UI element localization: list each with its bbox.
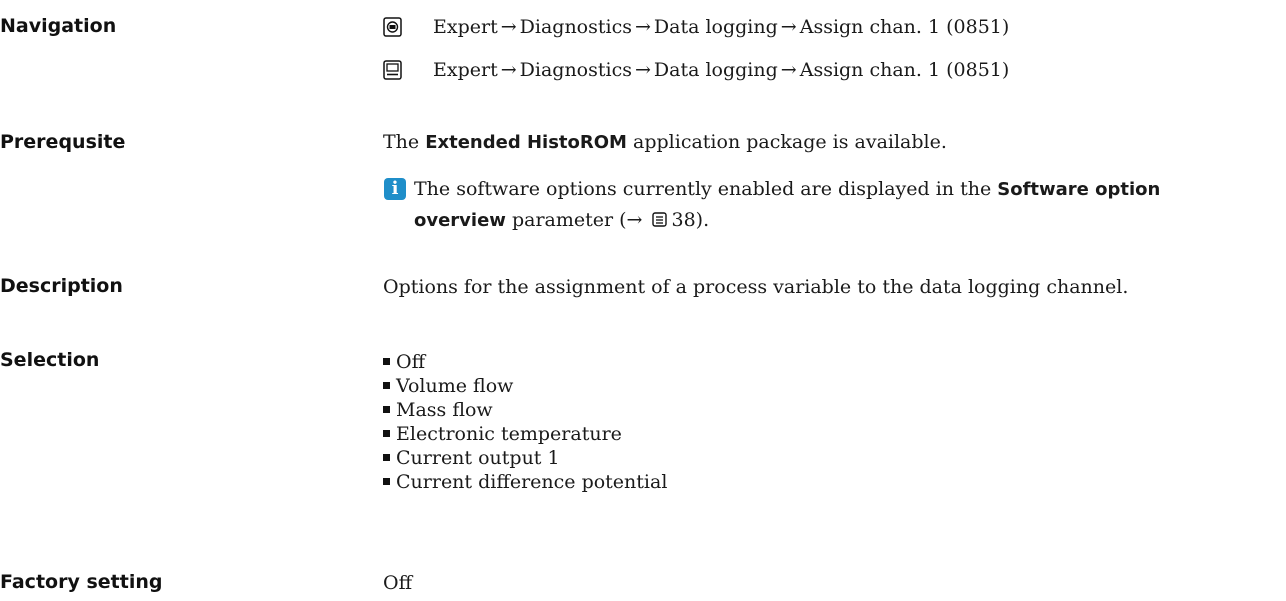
list-item: Mass flow — [383, 398, 667, 422]
info-icon: i — [384, 178, 406, 200]
list-item-label: Off — [396, 351, 426, 373]
list-item: Current output 1 — [383, 446, 667, 470]
separator-arrow: → — [500, 59, 517, 81]
bullet — [383, 382, 390, 389]
crumb: Expert — [433, 16, 498, 38]
separator-arrow: → — [780, 59, 797, 81]
info-note-text: The software options currently enabled a… — [414, 174, 1274, 236]
crumb: Expert — [433, 59, 498, 81]
list-item-label: Volume flow — [396, 375, 514, 397]
list-item: Volume flow — [383, 374, 667, 398]
navigation-label: Navigation — [0, 15, 117, 37]
prerequisite-text-pre: The — [383, 131, 426, 153]
selection-list: Off Volume flow Mass flow Electronic tem… — [383, 350, 667, 494]
factory-setting-label: Factory setting — [0, 571, 163, 593]
prerequisite-text-post: application package is available. — [626, 131, 947, 153]
bullet — [383, 358, 390, 365]
info-note: i The software options currently enabled… — [0, 174, 1286, 236]
operating-tool-icon — [383, 60, 402, 80]
note-parameter-name-1: Software option — [997, 179, 1161, 200]
crumb: Data logging — [653, 59, 778, 81]
list-item-label: Current difference potential — [396, 471, 668, 493]
description-label: Description — [0, 275, 123, 297]
list-item: Off — [383, 350, 667, 374]
crumb: Data logging — [653, 16, 778, 38]
note-text-pre: The software options currently enabled a… — [414, 178, 998, 200]
bullet — [383, 406, 390, 413]
separator-arrow: → — [500, 16, 517, 38]
page-reference-link[interactable]: 38 — [671, 209, 695, 231]
separator-arrow: → — [634, 16, 651, 38]
factory-setting-value: Off — [383, 572, 413, 594]
list-item-label: Mass flow — [396, 399, 493, 421]
description-text: Options for the assignment of a process … — [383, 276, 1129, 298]
bullet — [383, 478, 390, 485]
prerequisite-text: The Extended HistoROM application packag… — [383, 130, 947, 155]
list-item: Electronic temperature — [383, 422, 667, 446]
crumb: Assign chan. 1 (0851) — [799, 16, 1010, 38]
prerequisite-label: Prerequsite — [0, 131, 126, 153]
navigation-breadcrumb: Expert → Diagnostics → Data logging → Assign c… — [433, 59, 1009, 81]
separator-arrow: → — [780, 16, 797, 38]
local-display-icon — [383, 17, 402, 37]
selection-label: Selection — [0, 349, 100, 371]
prerequisite-package-name: Extended HistoROM — [425, 132, 627, 153]
list-item-label: Electronic temperature — [396, 423, 622, 445]
bullet — [383, 430, 390, 437]
crumb: Diagnostics — [519, 59, 632, 81]
note-text-end: ). — [695, 209, 710, 231]
list-item-label: Current output 1 — [396, 447, 560, 469]
bullet — [383, 454, 390, 461]
navigation-breadcrumb: Expert → Diagnostics → Data logging → Assign c… — [433, 16, 1009, 38]
crumb: Diagnostics — [519, 16, 632, 38]
note-parameter-name-2: overview — [414, 210, 506, 231]
page-reference-icon — [652, 212, 668, 227]
separator-arrow: → — [634, 59, 651, 81]
list-item: Current difference potential — [383, 470, 667, 494]
note-text-post: parameter (→ — [511, 209, 643, 231]
crumb: Assign chan. 1 (0851) — [799, 59, 1010, 81]
